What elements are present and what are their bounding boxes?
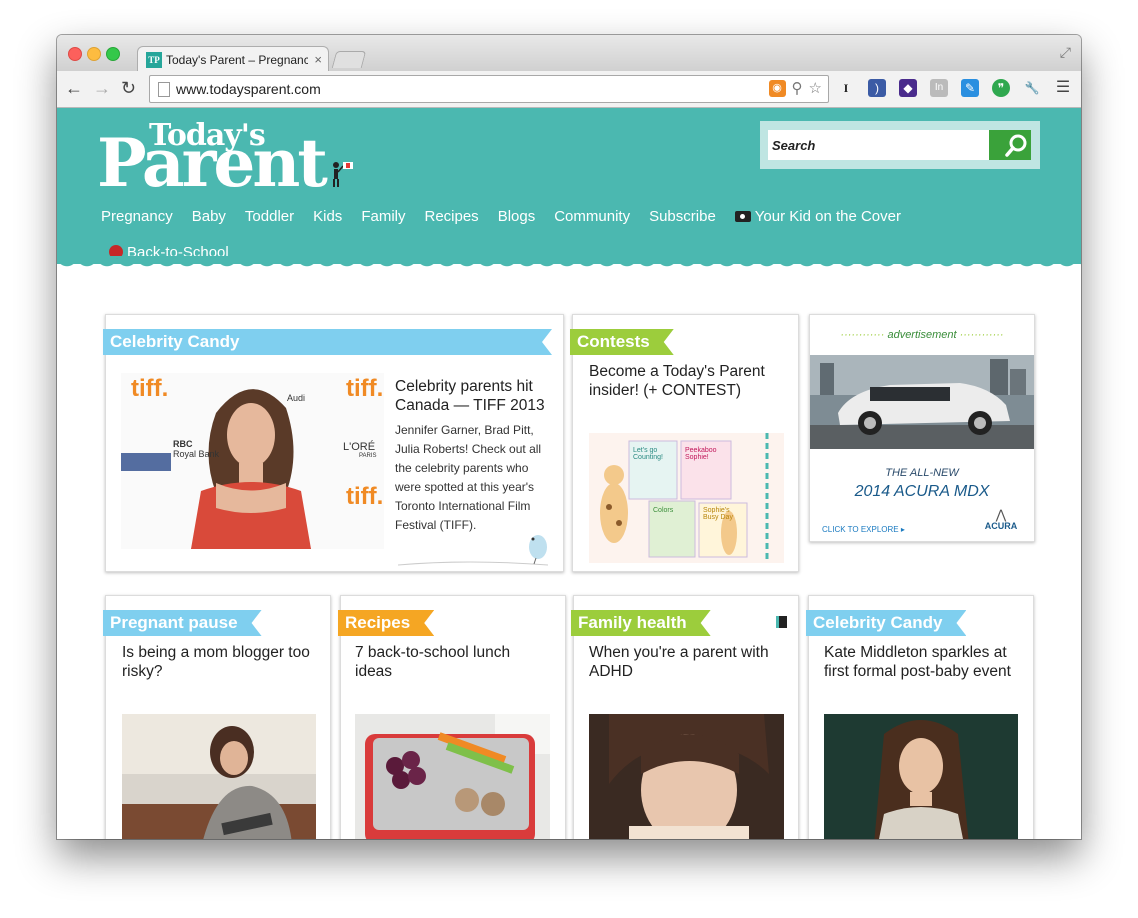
backdrop-logo-audi: Audi [287,393,306,403]
book-title-counting: Let's go Counting! [633,447,663,461]
category-tag-recipes[interactable]: Recipes [338,610,434,636]
category-tag-celebrity-candy[interactable]: Celebrity Candy [103,329,552,355]
article-headline[interactable]: 7 back-to-school lunch ideas [355,643,551,681]
nav-recipes[interactable]: Recipes [424,208,478,225]
ad-line2: 2014 ACURA MDX [854,483,990,500]
category-tag-pregnant-pause[interactable]: Pregnant pause [103,610,262,636]
contest-card[interactable]: Contests Become a Today's Parent insider… [572,314,799,572]
acura-car-photo[interactable] [810,355,1034,449]
category-tag-contests[interactable]: Contests [570,329,674,355]
article-headline[interactable]: Kate Middleton sparkles at first formal … [824,643,1022,681]
wrench-icon[interactable]: 🔧 [1023,79,1041,97]
backdrop-logo-rbc: RBC [173,439,193,449]
nav-blogs[interactable]: Blogs [498,208,536,225]
forward-arrow-icon[interactable]: → [93,79,111,97]
article-card-recipes[interactable]: Recipes 7 back-to-school lunch ideas [340,595,566,839]
bookmark-flag-icon[interactable] [776,616,787,628]
lunch-box-photo[interactable] [355,714,550,839]
search-form [760,121,1040,169]
feature-headline[interactable]: Celebrity parents hit Canada — TIFF 2013 [395,377,553,415]
article-card-pregnant-pause[interactable]: Pregnant pause Is being a mom blogger to… [105,595,331,839]
search-icon[interactable]: ⚲ [792,80,803,97]
tab-close-icon[interactable]: × [314,52,322,67]
feed-icon[interactable]: ) [868,79,886,97]
site-favicon-icon: TP [146,52,162,68]
hangouts-icon[interactable]: ❞ [992,79,1010,97]
article-card-family-health[interactable]: Family health When you're a parent with … [573,595,799,839]
search-button[interactable] [989,130,1031,160]
acura-logo: ⋀ ACURA [976,508,1026,531]
tab-title: Today's Parent – Pregnancy [166,53,308,67]
title-bar: TP Today's Parent – Pregnancy × ⤢ [57,35,1081,73]
shield-icon[interactable]: ◆ [899,79,917,97]
address-bar[interactable]: www.todaysparent.com ◉ ⚲ ☆ [149,75,829,103]
browser-tab[interactable]: TP Today's Parent – Pregnancy × [137,46,329,73]
minimize-window-button[interactable] [87,47,101,61]
adhd-parent-photo[interactable] [589,714,784,839]
nav-your-kid-on-the-cover-label: Your Kid on the Cover [754,207,901,225]
menu-icon[interactable]: ☰ [1054,79,1072,97]
nav-subscribe[interactable]: Subscribe [649,208,716,225]
article-headline[interactable]: Is being a mom blogger too risky? [122,643,318,681]
linkedin-icon[interactable]: In [930,79,948,97]
feature-card[interactable]: Celebrity Candy tiff. tiff. tiff. Audi R… [105,314,564,572]
nav-kids[interactable]: Kids [313,208,342,225]
category-tag-family-health[interactable]: Family health [571,610,711,636]
book-title-peekaboo: Peekaboo Sophie! [685,447,717,461]
tiff-celebrity-photo[interactable]: tiff. tiff. tiff. Audi RBC Royal Bank L'… [121,373,384,549]
advertisement-label-text: advertisement [887,329,957,341]
article-card-celebrity-candy[interactable]: Celebrity Candy Kate Middleton sparkles … [808,595,1034,839]
ad-cta[interactable]: CLICK TO EXPLORE ▸ [822,525,905,534]
maximize-window-button[interactable] [106,47,120,61]
nav-toddler[interactable]: Toddler [245,208,294,225]
url-text[interactable]: www.todaysparent.com [176,81,321,97]
magnifier-icon [1005,134,1027,157]
star-icon[interactable]: ☆ [809,80,822,97]
backdrop-logo-loreal: L'ORÉ [343,441,376,453]
browser-window: TP Today's Parent – Pregnancy × ⤢ ← → ↻ … [57,35,1081,839]
advertisement-label: ············ advertisement ············ [840,329,1004,341]
book-title-busy-day: Sophie's Busy Day [703,507,733,521]
page-icon [158,82,170,97]
new-tab-button[interactable] [331,51,367,68]
article-headline[interactable]: When you're a parent with ADHD [589,643,785,681]
browser-toolbar: ← → ↻ www.todaysparent.com ◉ ⚲ ☆ I ) ◆ I… [57,71,1081,108]
acura-brand-text: ACURA [984,521,1018,531]
backdrop-logo-tiff: tiff. [346,483,384,510]
bird-illustration-icon [398,535,548,566]
backdrop-logo-paris: PARIS [359,453,377,459]
nav-family[interactable]: Family [361,208,405,225]
fullscreen-icon[interactable]: ⤢ [1060,44,1071,61]
close-window-button[interactable] [68,47,82,61]
contest-headline[interactable]: Become a Today's Parent insider! (+ CONT… [589,362,784,400]
sophie-giraffe-books-photo[interactable]: Let's go Counting! Peekaboo Sophie! Colo… [589,433,784,563]
logo-parent-text[interactable]: Parent [97,130,328,196]
advertisement-card[interactable]: ············ advertisement ············ [809,314,1035,542]
back-arrow-icon[interactable]: ← [65,79,83,97]
nav-community[interactable]: Community [554,208,630,225]
camera-icon [734,210,751,222]
instapaper-icon[interactable]: I [837,79,855,97]
category-tag-celebrity-candy[interactable]: Celebrity Candy [806,610,966,636]
mom-blogger-photo[interactable] [122,714,316,839]
logo-kid-with-flag-icon [333,162,353,187]
search-input[interactable] [768,130,990,160]
book-title-colors: Colors [653,507,674,514]
ad-line1: THE ALL-NEW [885,467,959,479]
kate-middleton-photo[interactable] [824,714,1018,839]
rss-icon[interactable]: ◉ [768,80,786,97]
nav-baby[interactable]: Baby [192,208,226,225]
header-scallop-edge [57,256,1081,272]
nav-pregnancy[interactable]: Pregnancy [101,208,173,225]
nav-your-kid-on-the-cover[interactable]: Your Kid on the Cover [734,207,901,225]
feature-blurb: Jennifer Garner, Brad Pitt, Julia Robert… [395,423,542,532]
reload-icon[interactable]: ↻ [121,79,136,97]
backdrop-logo-tiff: tiff. [346,375,384,402]
backdrop-logo-tiff: tiff. [131,375,169,402]
web-page: Today's Parent Search Pregnancy Baby Tod… [57,108,1081,839]
acura-caliper-icon: ⋀ [995,507,1007,522]
pencil-icon[interactable]: ✎ [961,79,979,97]
site-header: Today's Parent Search Pregnancy Baby Tod… [57,108,1081,264]
backdrop-logo-royal-bank: Royal Bank [173,449,220,459]
